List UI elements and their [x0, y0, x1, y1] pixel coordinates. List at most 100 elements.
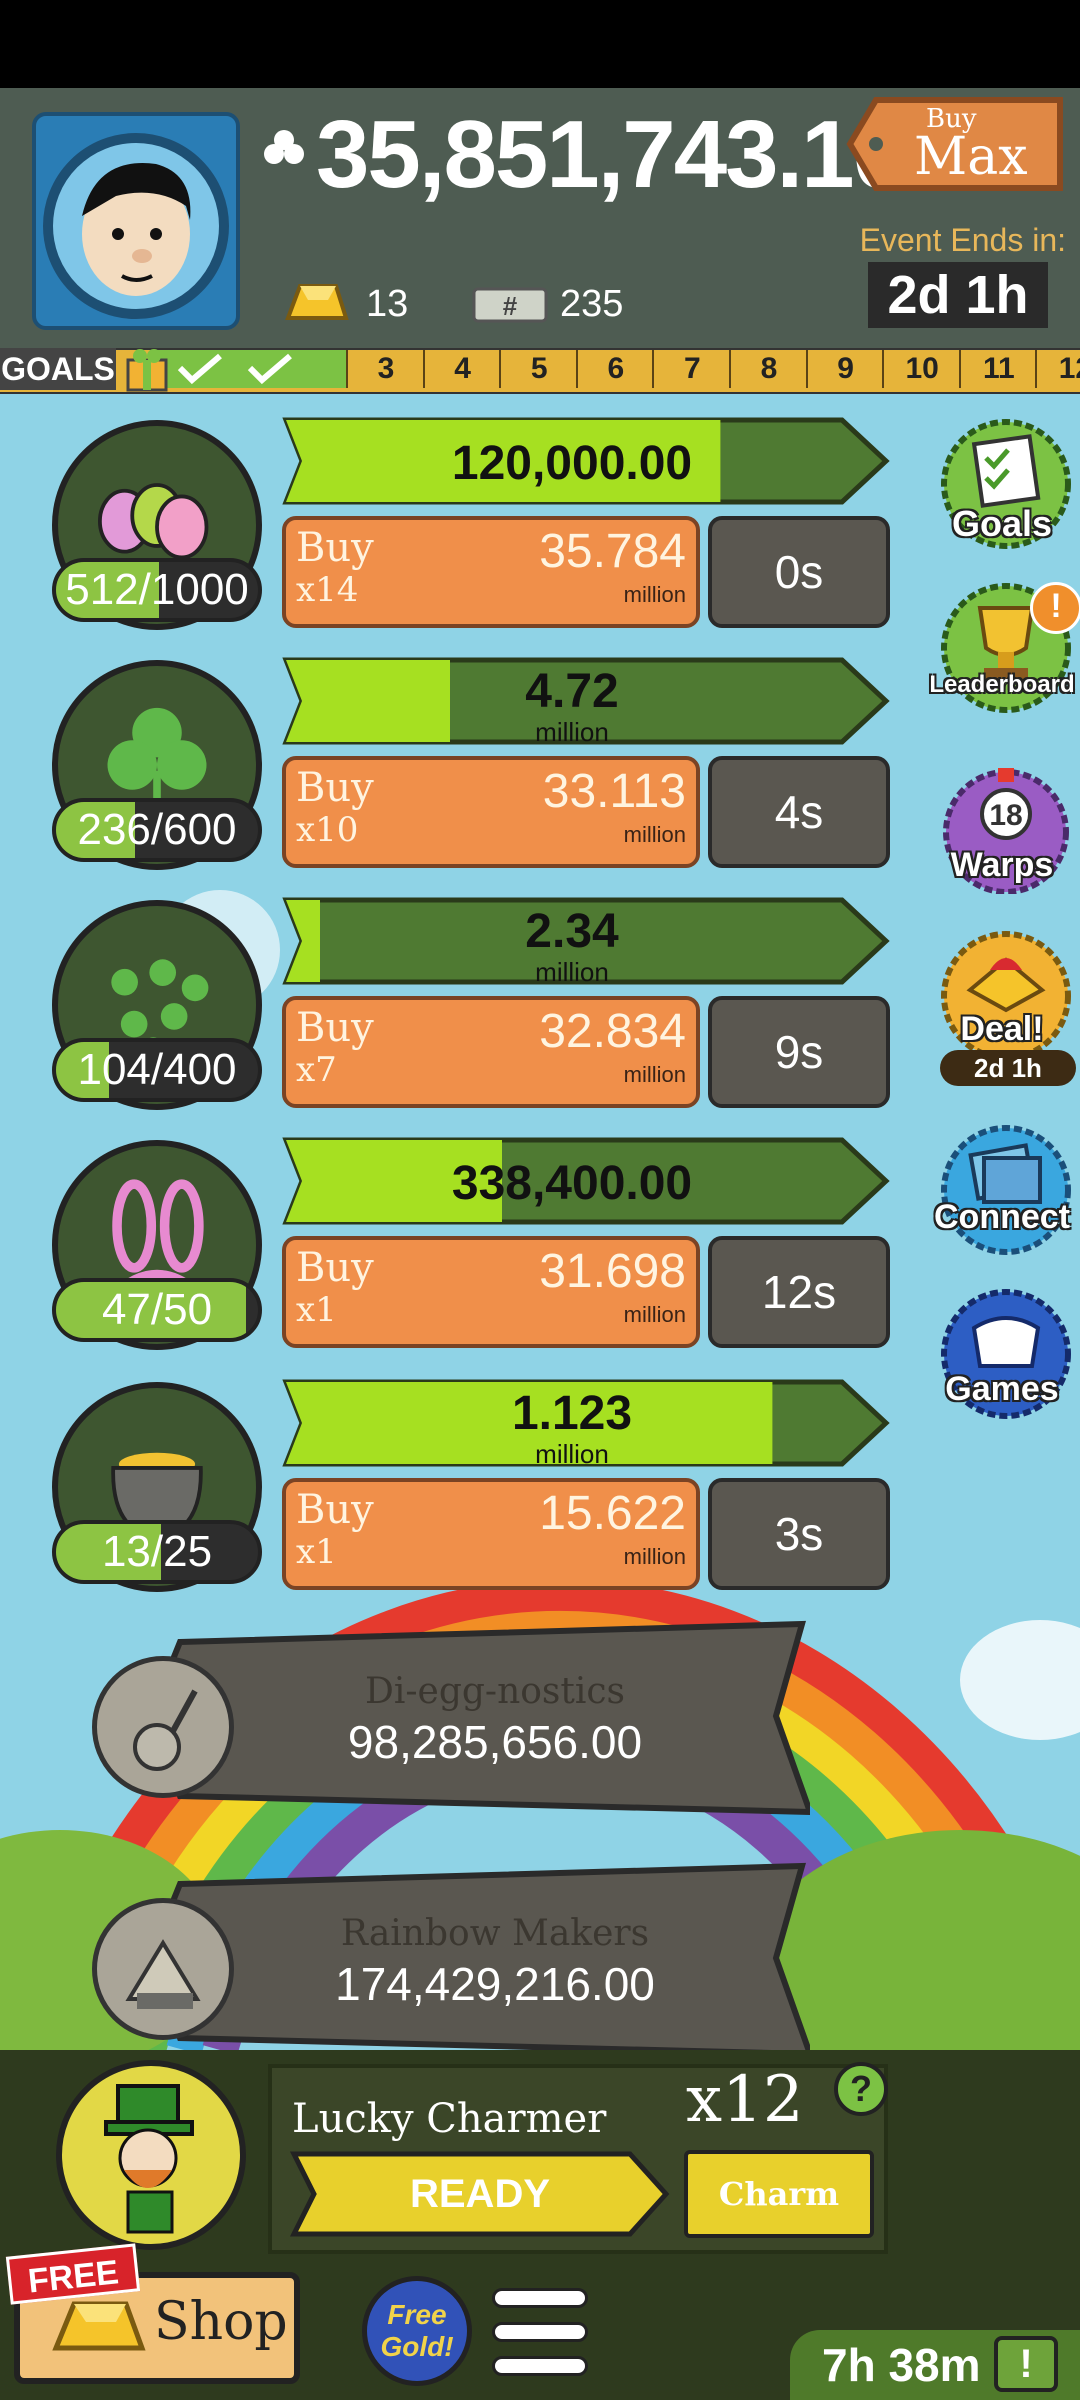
production-value-label: 1.123 million	[282, 1387, 862, 1469]
buy-cost: 32.834	[539, 1005, 686, 1058]
menu-line-icon	[492, 2288, 588, 2308]
goal-number: 6	[575, 350, 654, 388]
help-button[interactable]: ?	[834, 2062, 888, 2116]
tv-ad-icon[interactable]: !	[994, 2336, 1058, 2392]
production-value-label: 338,400.00	[282, 1158, 862, 1210]
production-unit: million	[535, 1439, 609, 1469]
production-value: 4.72	[525, 665, 619, 718]
status-bar	[0, 0, 1080, 88]
buy-cost: 15.622	[539, 1487, 686, 1540]
goals-label[interactable]: GOALS	[0, 348, 116, 390]
production-value-label: 120,000.00	[282, 438, 862, 490]
clover-currency-icon	[264, 130, 304, 164]
goal-number: 8	[729, 350, 807, 388]
goal-checkmarks-icon	[177, 353, 292, 385]
menu-line-icon	[492, 2356, 588, 2376]
deal-timer: 2d 1h	[940, 1050, 1076, 1086]
manager-avatar[interactable]	[92, 1898, 234, 2040]
menu-button[interactable]	[492, 2288, 588, 2378]
buy-cost-unit: million	[623, 822, 686, 847]
buy-business-button[interactable]: Buy x1 31.698 million	[282, 1236, 700, 1348]
buy-word: Buy	[296, 765, 374, 811]
buy-cost-unit: million	[623, 1062, 686, 1087]
gift-box-icon	[126, 349, 168, 392]
production-value: 2.34	[525, 905, 619, 958]
business-owned-count: 47/50	[52, 1278, 262, 1342]
buy-cost-unit: million	[623, 582, 686, 607]
business-owned-count: 104/400	[52, 1038, 262, 1102]
buy-cost-unit: million	[623, 1544, 686, 1569]
shop-gold-icon	[52, 2301, 146, 2351]
buy-word: Buy	[296, 1245, 374, 1291]
side-leaderboard-label: Leaderboard	[929, 671, 1075, 698]
buy-business-button[interactable]: Buy x7 32.834 million	[282, 996, 700, 1108]
side-warps-label: Warps	[950, 846, 1054, 884]
ready-label: READY	[409, 2172, 551, 2216]
buy-multiplier: x1	[296, 1532, 337, 1572]
money-total: 35,851,743.10	[316, 101, 906, 208]
leprechaun-avatar[interactable]	[56, 2060, 246, 2250]
manager-title: Rainbow Makers	[340, 1913, 650, 1954]
ad-boost-timer: 7h 38m	[822, 2339, 981, 2391]
buy-cost: 31.698	[539, 1245, 686, 1298]
astronaut-avatar-icon	[43, 133, 229, 319]
production-value: 1.123	[511, 1387, 633, 1440]
shop-label: Shop	[154, 2292, 288, 2352]
prism-machine-icon	[125, 1939, 201, 2009]
production-value-label: 4.72 million	[282, 665, 862, 747]
side-connect-label: Connect	[934, 1198, 1070, 1236]
svg-text:#: #	[503, 291, 518, 321]
business-owned-count: 13/25	[52, 1520, 262, 1584]
megaticket-icon: #	[472, 287, 548, 323]
gold-bar-icon	[285, 284, 349, 320]
event-ends-label: Event Ends in:	[859, 222, 1066, 258]
charm-name: Lucky Charmer	[292, 2096, 607, 2142]
manager-title: Di-egg-nostics	[364, 1671, 626, 1712]
owned-count-text: 512/1000	[65, 565, 249, 614]
buy-multiplier: x14	[296, 570, 359, 610]
goal-number: 5	[499, 350, 577, 388]
production-timer: 12s	[708, 1236, 890, 1348]
goal-number: 12	[1035, 350, 1080, 388]
buy-business-button[interactable]: Buy x10 33.113 million	[282, 756, 700, 868]
production-timer: 4s	[708, 756, 890, 868]
leprechaun-icon	[104, 2084, 194, 2234]
megaticket-count: 235	[560, 283, 624, 325]
manager-value: 98,285,656.00	[347, 1716, 643, 1768]
production-value-label: 2.34 million	[282, 905, 862, 987]
goal-number: 4	[422, 350, 501, 388]
buy-multiplier: x10	[296, 810, 359, 850]
buy-word: Buy	[296, 1487, 374, 1533]
menu-line-icon	[492, 2322, 588, 2342]
buy-cost-unit: million	[623, 1302, 686, 1327]
business-owned-count: 512/1000	[52, 558, 262, 622]
gold-count: 13	[366, 283, 409, 325]
goal-number: 10	[882, 350, 960, 388]
buy-business-button[interactable]: Buy x14 35.784 million	[282, 516, 700, 628]
buy-max-button[interactable]: Buy Max	[846, 92, 1070, 196]
manager-avatar[interactable]	[92, 1656, 234, 1798]
production-timer: 9s	[708, 996, 890, 1108]
charm-button[interactable]: Charm	[684, 2150, 874, 2238]
buy-business-button[interactable]: Buy x1 15.622 million	[282, 1478, 700, 1590]
owned-count-text: 13/25	[101, 1527, 213, 1576]
buy-word: Buy	[296, 1005, 374, 1051]
metal-detector-icon	[133, 1689, 198, 1771]
manager-value: 174,429,216.00	[335, 1958, 655, 2010]
buy-multiplier: x7	[296, 1050, 337, 1090]
side-goals-label: Goals	[951, 503, 1053, 544]
event-time: 2d 1h	[868, 262, 1048, 328]
goals-completed-segment	[150, 350, 346, 388]
owned-count-text: 104/400	[77, 1045, 237, 1094]
player-avatar[interactable]	[32, 112, 240, 330]
buy-cost: 35.784	[539, 525, 686, 578]
goal-number: 7	[652, 350, 730, 388]
goal-number: 3	[346, 350, 424, 388]
production-value: 338,400.00	[451, 1157, 693, 1210]
buy-max-main-label: Max	[914, 127, 1028, 187]
warps-count: 18	[989, 799, 1023, 832]
owned-count-text: 47/50	[101, 1285, 213, 1334]
free-gold-button[interactable]: Free Gold!	[362, 2276, 472, 2386]
production-unit: million	[535, 957, 609, 987]
buy-cost: 33.113	[542, 765, 686, 818]
